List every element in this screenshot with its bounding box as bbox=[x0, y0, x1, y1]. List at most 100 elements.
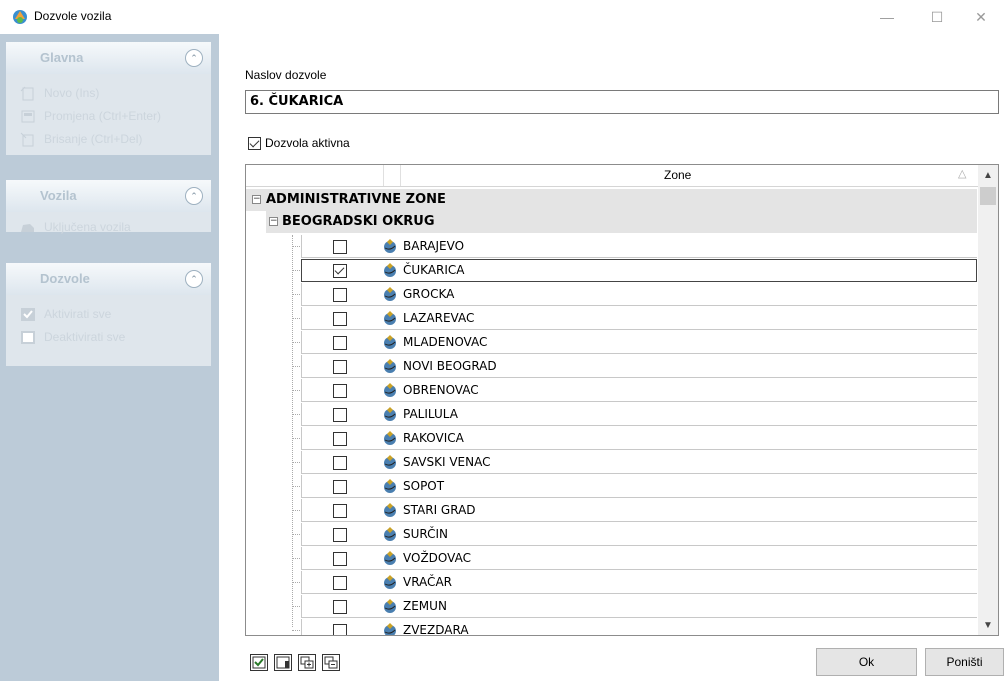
sidebar-item-brisanje[interactable]: Brisanje (Ctrl+Del) bbox=[6, 128, 211, 151]
zone-name: SURČIN bbox=[403, 527, 449, 541]
maximize-button[interactable]: ☐ bbox=[914, 0, 960, 34]
ok-button[interactable]: Ok bbox=[816, 648, 917, 676]
sidebar-item-novo[interactable]: Novo (Ins) bbox=[6, 82, 211, 105]
zone-checkbox[interactable] bbox=[333, 312, 347, 326]
zone-name: OBRENOVAC bbox=[403, 383, 479, 397]
collapse-icon[interactable]: − bbox=[252, 195, 261, 204]
zone-icon bbox=[384, 239, 396, 253]
sidebar-item-aktivirati-sve[interactable]: Aktivirati sve bbox=[6, 303, 211, 326]
zone-row[interactable]: VRAČAR bbox=[246, 571, 979, 595]
zones-grid: Zone △ − ADMINISTRATIVNE ZONE − BEOGRADS… bbox=[245, 164, 999, 636]
zone-checkbox[interactable] bbox=[333, 240, 347, 254]
zone-row[interactable]: ČUKARICA bbox=[246, 259, 979, 283]
zone-row[interactable]: VOŽDOVAC bbox=[246, 547, 979, 571]
column-header-zone[interactable]: Zone bbox=[664, 168, 691, 182]
collapse-all-button[interactable] bbox=[322, 654, 340, 671]
zone-row[interactable]: OBRENOVAC bbox=[246, 379, 979, 403]
zone-icon bbox=[384, 551, 396, 565]
dozvola-aktivna-label: Dozvola aktivna bbox=[265, 136, 350, 150]
scroll-thumb[interactable] bbox=[980, 187, 996, 205]
zone-row[interactable]: SAVSKI VENAC bbox=[246, 451, 979, 475]
zone-row[interactable]: ZEMUN bbox=[246, 595, 979, 619]
zone-icon bbox=[384, 623, 396, 635]
expand-all-icon bbox=[300, 656, 314, 669]
zone-icon bbox=[384, 431, 396, 445]
group-dozvole: Dozvole ⌃ Aktivirati sve Deaktivirati sv… bbox=[6, 263, 211, 366]
zone-icon bbox=[384, 479, 396, 493]
sidebar-item-ukljucena-vozila[interactable]: Uključena vozila bbox=[6, 216, 211, 239]
close-button[interactable]: ✕ bbox=[958, 0, 1004, 34]
group-row-administrativne-zone[interactable]: − ADMINISTRATIVNE ZONE bbox=[246, 189, 977, 211]
dozvola-aktivna-checkbox[interactable]: Dozvola aktivna bbox=[248, 136, 350, 150]
collapse-icon[interactable]: − bbox=[269, 217, 278, 226]
expand-all-button[interactable] bbox=[298, 654, 316, 671]
vertical-scrollbar[interactable]: ▲ ▼ bbox=[978, 165, 998, 635]
group-vozila-header[interactable]: Vozila ⌃ bbox=[6, 180, 211, 212]
title-bar: Dozvole vozila — ☐ ✕ bbox=[0, 0, 1004, 34]
zone-icon bbox=[384, 407, 396, 421]
zone-row[interactable]: PALILULA bbox=[246, 403, 979, 427]
sidebar-item-label: Deaktivirati sve bbox=[44, 330, 126, 344]
zone-row[interactable]: NOVI BEOGRAD bbox=[246, 355, 979, 379]
zone-checkbox[interactable] bbox=[333, 480, 347, 494]
zone-checkbox[interactable] bbox=[333, 432, 347, 446]
checkbox-icon[interactable] bbox=[248, 136, 261, 150]
zone-row[interactable]: LAZAREVAC bbox=[246, 307, 979, 331]
sidebar-item-label: Uključena vozila bbox=[44, 220, 131, 234]
zone-checkbox[interactable] bbox=[333, 600, 347, 614]
zone-row[interactable]: RAKOVICA bbox=[246, 427, 979, 451]
zone-name: PALILULA bbox=[403, 407, 458, 421]
zone-checkbox[interactable] bbox=[333, 360, 347, 374]
zone-icon bbox=[384, 455, 396, 469]
zone-name: ZEMUN bbox=[403, 599, 447, 613]
zone-row[interactable]: ZVEZDARA bbox=[246, 619, 979, 636]
scroll-up-icon[interactable]: ▲ bbox=[978, 165, 998, 185]
zone-checkbox[interactable] bbox=[333, 552, 347, 566]
app-icon bbox=[13, 10, 27, 24]
sidebar-item-promjena[interactable]: Promjena (Ctrl+Enter) bbox=[6, 105, 211, 128]
zone-icon bbox=[384, 287, 396, 301]
collapse-icon[interactable]: ⌃ bbox=[185, 49, 203, 67]
zone-icon bbox=[384, 383, 396, 397]
zone-checkbox[interactable] bbox=[333, 576, 347, 590]
new-icon bbox=[20, 86, 34, 101]
zone-checkbox[interactable] bbox=[333, 528, 347, 542]
sidebar-item-label: Novo (Ins) bbox=[44, 86, 100, 100]
zone-row[interactable]: SOPOT bbox=[246, 475, 979, 499]
zone-name: LAZAREVAC bbox=[403, 311, 475, 325]
zone-checkbox[interactable] bbox=[333, 336, 347, 350]
uncheck-all-button[interactable] bbox=[274, 654, 292, 671]
zone-checkbox[interactable] bbox=[333, 624, 347, 635]
zone-name: BARAJEVO bbox=[403, 239, 465, 253]
zone-checkbox[interactable] bbox=[333, 456, 347, 470]
zone-row[interactable]: SURČIN bbox=[246, 523, 979, 547]
zone-row[interactable]: MLADENOVAC bbox=[246, 331, 979, 355]
sidebar-item-deaktivirati-sve[interactable]: Deaktivirati sve bbox=[6, 326, 211, 349]
zone-name: STARI GRAD bbox=[403, 503, 476, 517]
zone-checkbox[interactable] bbox=[333, 408, 347, 422]
zone-checkbox[interactable] bbox=[333, 264, 347, 278]
scroll-down-icon[interactable]: ▼ bbox=[978, 615, 998, 635]
collapse-icon[interactable]: ⌃ bbox=[185, 187, 203, 205]
group-glavna-header[interactable]: Glavna ⌃ bbox=[6, 42, 211, 74]
zone-name: SOPOT bbox=[403, 479, 445, 493]
zone-row[interactable]: BARAJEVO bbox=[246, 235, 979, 259]
check-all-button[interactable] bbox=[250, 654, 268, 671]
zone-checkbox[interactable] bbox=[333, 288, 347, 302]
zone-checkbox[interactable] bbox=[333, 504, 347, 518]
cancel-button[interactable]: Poništi bbox=[925, 648, 1004, 676]
zone-name: SAVSKI VENAC bbox=[403, 455, 491, 469]
collapse-icon[interactable]: ⌃ bbox=[185, 270, 203, 288]
zone-name: VRAČAR bbox=[403, 575, 452, 589]
group-row-beogradski-okrug[interactable]: − BEOGRADSKI OKRUG bbox=[266, 211, 977, 233]
sidebar-item-label: Aktivirati sve bbox=[44, 307, 112, 321]
zone-row[interactable]: STARI GRAD bbox=[246, 499, 979, 523]
minimize-button[interactable]: — bbox=[864, 0, 910, 34]
zone-name: ZVEZDARA bbox=[403, 623, 469, 636]
group-glavna: Glavna ⌃ Novo (Ins) Promjena (Ctrl+Enter… bbox=[6, 42, 211, 155]
zone-row[interactable]: GROCKA bbox=[246, 283, 979, 307]
group-dozvole-header[interactable]: Dozvole ⌃ bbox=[6, 263, 211, 295]
naslov-input[interactable]: 6. ČUKARICA bbox=[245, 90, 999, 114]
zone-checkbox[interactable] bbox=[333, 384, 347, 398]
zone-icon bbox=[384, 599, 396, 613]
